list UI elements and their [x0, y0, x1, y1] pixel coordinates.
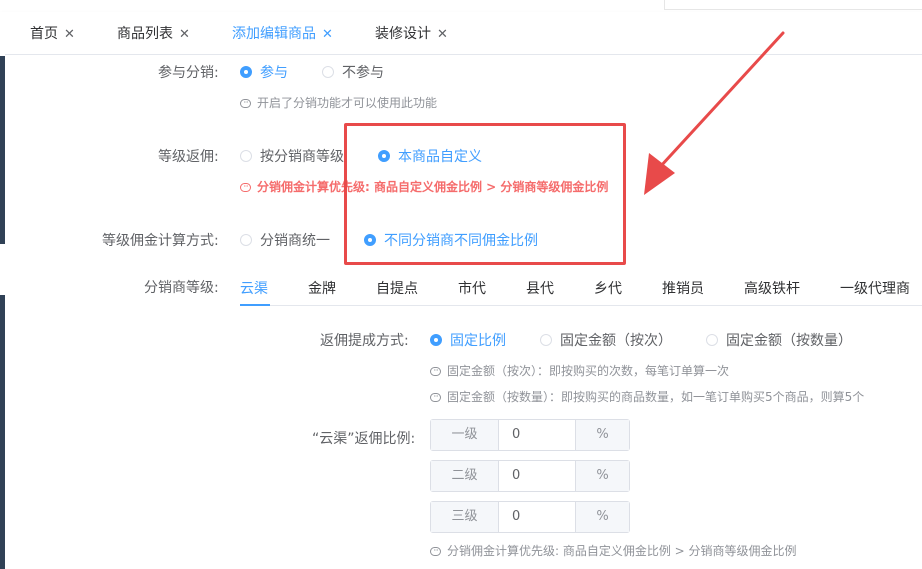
ratio-priority-hint: ··· 分销佣金计算优先级: 商品自定义佣金比例 > 分销商等级佣金比例 [430, 542, 797, 559]
radio-fixed-per-order[interactable]: 固定金额（按次） [540, 330, 672, 350]
hint-text: 固定金额（按数量）：即按购买的商品数量，如一笔订单购买5个商品，则算5个 [447, 390, 865, 404]
tab-label: 首页 [30, 26, 58, 42]
input-prepend: 二级 [431, 461, 499, 491]
radio-label: 参与 [260, 65, 288, 81]
level-tab-senior[interactable]: 高级铁杆 [744, 278, 800, 298]
radio-label: 按分销商等级 [260, 149, 344, 165]
hint-text: 分销佣金计算优先级: 商品自定义佣金比例 > 分销商等级佣金比例 [447, 544, 797, 558]
header-rule [664, 9, 922, 10]
annotation-box [344, 123, 626, 265]
input-prepend: 三级 [431, 502, 499, 532]
radio-unchecked-icon [322, 66, 334, 78]
level-tab-pickup[interactable]: 自提点 [376, 278, 418, 298]
level-tab-county[interactable]: 县代 [526, 278, 554, 298]
radio-by-dist-level[interactable]: 按分销商等级 [240, 146, 344, 166]
tab-product-list[interactable]: 商品列表 ✕ [117, 12, 190, 54]
comment-icon: ··· [430, 393, 441, 402]
input-prepend: 一级 [431, 420, 499, 450]
tab-home[interactable]: 首页 ✕ [30, 12, 75, 54]
tab-add-edit-product[interactable]: 添加编辑商品 ✕ [232, 12, 333, 54]
radio-label: 分销商统一 [260, 233, 330, 249]
comment-icon: ··· [240, 183, 251, 192]
radio-participate-no[interactable]: 不参与 [322, 62, 384, 82]
level-rebate-label: 等级返佣: [158, 149, 219, 165]
rebate-method-label: 返佣提成方式: [320, 333, 409, 349]
ratio-label: “云渠”返佣比例: [312, 431, 416, 447]
radio-label: 不参与 [342, 65, 384, 81]
active-tab-indicator [240, 304, 270, 306]
tab-decoration-design[interactable]: 装修设计 ✕ [375, 12, 448, 54]
radio-fixed-ratio[interactable]: 固定比例 [430, 330, 506, 350]
participate-label: 参与分销: [158, 65, 219, 81]
comment-icon: ··· [430, 547, 441, 556]
tab-label: 商品列表 [117, 26, 173, 42]
radio-participate-yes[interactable]: 参与 [240, 62, 288, 82]
hint-text: 固定金额（按次）：即按购买的次数，每笔订单算一次 [447, 364, 730, 378]
radio-unchecked-icon [540, 334, 552, 346]
calc-method-label: 等级佣金计算方式: [102, 233, 219, 249]
close-icon[interactable]: ✕ [64, 27, 75, 42]
radio-unchecked-icon [240, 234, 252, 246]
hint-text: 开启了分销功能才可以使用此功能 [257, 96, 438, 110]
ratio-input[interactable]: 0 [499, 461, 575, 491]
close-icon[interactable]: ✕ [179, 27, 190, 42]
ratio-input[interactable]: 0 [499, 502, 575, 532]
level-tab-first-agent[interactable]: 一级代理商 [840, 278, 910, 298]
input-append: % [575, 502, 629, 532]
ratio-input-level2: 二级 0 % [430, 460, 630, 492]
rebate-hint-per-order: ··· 固定金额（按次）：即按购买的次数，每笔订单算一次 [430, 362, 729, 379]
level-tab-yunqu[interactable]: 云渠 [240, 278, 268, 298]
radio-label: 固定金额（按次） [560, 333, 672, 349]
radio-checked-icon [240, 66, 252, 78]
radio-unchecked-icon [706, 334, 718, 346]
dist-levels-label: 分销商等级: [144, 280, 219, 296]
radio-label: 固定比例 [450, 333, 506, 349]
radio-checked-icon [430, 334, 442, 346]
radio-fixed-per-qty[interactable]: 固定金额（按数量） [706, 330, 852, 350]
ratio-input-level1: 一级 0 % [430, 419, 630, 451]
participate-hint: ··· 开启了分销功能才可以使用此功能 [240, 94, 437, 111]
tabs-divider [240, 305, 922, 306]
comment-icon: ··· [430, 367, 441, 376]
tab-label: 装修设计 [375, 26, 431, 42]
radio-unchecked-icon [240, 150, 252, 162]
close-icon[interactable]: ✕ [322, 27, 333, 42]
input-append: % [575, 420, 629, 450]
radio-label: 固定金额（按数量） [726, 333, 852, 349]
comment-icon: ··· [240, 99, 251, 108]
radio-dist-unified[interactable]: 分销商统一 [240, 230, 330, 250]
close-icon[interactable]: ✕ [437, 27, 448, 42]
input-append: % [575, 461, 629, 491]
level-tab-promoter[interactable]: 推销员 [662, 278, 704, 298]
tab-label: 添加编辑商品 [232, 26, 316, 42]
ratio-input[interactable]: 0 [499, 420, 575, 450]
annotation-arrow-icon [644, 31, 785, 195]
ratio-input-level3: 三级 0 % [430, 501, 630, 533]
top-header-bar [0, 0, 922, 12]
rebate-hint-per-qty: ··· 固定金额（按数量）：即按购买的商品数量，如一笔订单购买5个商品，则算5个 [430, 388, 864, 405]
header-divider [664, 0, 665, 9]
level-tab-gold[interactable]: 金牌 [308, 278, 336, 298]
level-tab-town[interactable]: 乡代 [594, 278, 622, 298]
level-tab-city[interactable]: 市代 [458, 278, 486, 298]
